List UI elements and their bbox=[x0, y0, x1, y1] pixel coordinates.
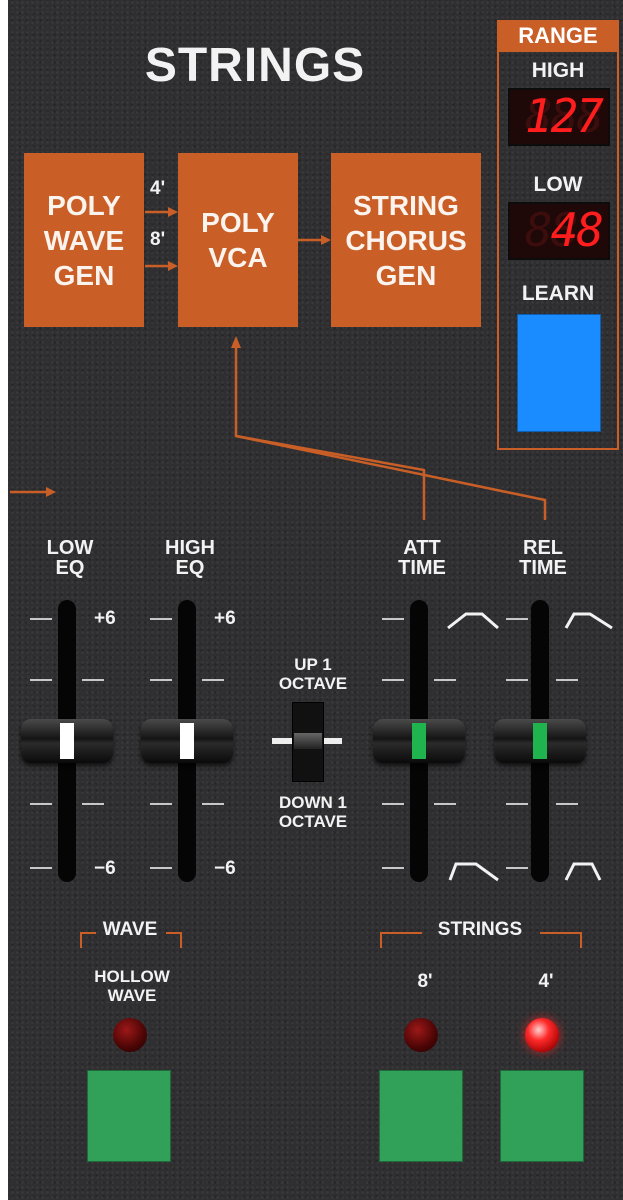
strings-8ft-button[interactable] bbox=[379, 1070, 463, 1162]
hollow-wave-led bbox=[113, 1018, 147, 1052]
hollow-wave-label: HOLLOW WAVE bbox=[94, 967, 170, 1005]
envelope-icons bbox=[447, 612, 613, 882]
strings-group-label: STRINGS bbox=[437, 919, 523, 940]
strings-bracket-right bbox=[540, 932, 582, 948]
low-eq-slider-cap[interactable] bbox=[21, 719, 113, 763]
strings-8ft-label: 8' bbox=[417, 971, 433, 992]
wave-bracket-right bbox=[166, 932, 182, 948]
high-eq-slider-cap[interactable] bbox=[141, 719, 233, 763]
strings-bracket-left bbox=[380, 932, 422, 948]
long-release-envelope-icon bbox=[564, 862, 602, 881]
octave-down-label: DOWN 1 OCTAVE bbox=[278, 793, 348, 831]
att-time-cap-indicator bbox=[412, 723, 426, 759]
strings-4ft-label: 4' bbox=[538, 971, 554, 992]
rel-time-cap-indicator bbox=[533, 723, 547, 759]
slow-attack-envelope-icon bbox=[448, 862, 499, 882]
octave-switch[interactable] bbox=[292, 702, 324, 782]
att-time-slider-cap[interactable] bbox=[373, 719, 465, 763]
short-release-envelope-icon bbox=[564, 612, 613, 630]
low-eq-cap-indicator bbox=[60, 723, 74, 759]
strings-8ft-led bbox=[404, 1018, 438, 1052]
fast-attack-envelope-icon bbox=[447, 612, 499, 630]
octave-up-label: UP 1 OCTAVE bbox=[278, 655, 348, 693]
high-eq-cap-indicator bbox=[180, 723, 194, 759]
wave-group-label: WAVE bbox=[102, 919, 158, 940]
strings-4ft-led bbox=[525, 1018, 559, 1052]
strings-4ft-button[interactable] bbox=[500, 1070, 584, 1162]
hollow-wave-button[interactable] bbox=[87, 1070, 171, 1162]
rel-time-slider-cap[interactable] bbox=[494, 719, 586, 763]
octave-switch-lever[interactable] bbox=[294, 733, 322, 749]
